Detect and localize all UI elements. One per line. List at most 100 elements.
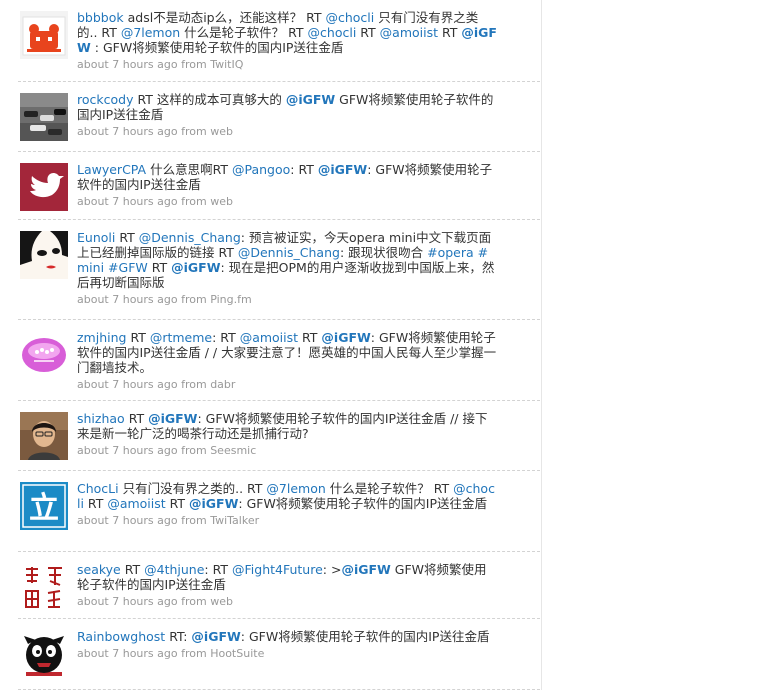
race-cars-avatar[interactable]: [20, 93, 68, 141]
timestamp-link[interactable]: about 7 hours ago: [77, 125, 178, 138]
from-label: from: [177, 125, 211, 138]
tweet-text: bbbbok adsl不是动态ip么，还能这样？ RT @chocli 只有门没…: [77, 10, 497, 55]
mention-link[interactable]: @iGFW: [189, 496, 238, 511]
mention-link[interactable]: @iGFW: [286, 92, 335, 107]
timestamp-link[interactable]: about 7 hours ago: [77, 647, 178, 660]
screen-name-link[interactable]: LawyerCPA: [77, 162, 146, 177]
timestamp-link[interactable]: about 7 hours ago: [77, 595, 178, 608]
bear-face-icon: [20, 11, 68, 59]
tweet-text: LawyerCPA 什么意思啊RT @Pangoo: RT @iGFW: GFW…: [77, 162, 497, 192]
tweet-item: Rainbowghost RT: @iGFW: GFW将频繁使用轮子软件的国内I…: [18, 619, 540, 690]
tweet-text-fragment: : RT: [204, 562, 232, 577]
mention-link[interactable]: @rtmeme: [150, 330, 212, 345]
bear-face-avatar[interactable]: [20, 11, 68, 59]
tweet-item: rockcody RT 这样的成本可真够大的 @iGFW GFW将频繁使用轮子软…: [18, 82, 540, 152]
mention-link[interactable]: @iGFW: [341, 562, 390, 577]
tweet-text: ChocLi 只有门没有界之类的.. RT @7lemon 什么是轮子软件？ R…: [77, 481, 497, 511]
seal-script-avatar[interactable]: [20, 563, 68, 611]
mention-link[interactable]: @7lemon: [266, 481, 325, 496]
mention-link[interactable]: @chocli: [325, 10, 374, 25]
from-label: from: [177, 58, 211, 71]
tweet-message: RT @iGFW: GFW将频繁使用轮子软件的国内IP送往金盾 // 接下来是新…: [77, 411, 487, 441]
source-link[interactable]: web: [210, 195, 233, 208]
tweet-item: bbbbok adsl不是动态ip么，还能这样？ RT @chocli 只有门没…: [18, 0, 540, 82]
tweet-text: shizhao RT @iGFW: GFW将频繁使用轮子软件的国内IP送往金盾 …: [77, 411, 497, 441]
tweet-text-fragment: RT: [124, 562, 145, 577]
source-link[interactable]: dabr: [210, 378, 235, 391]
timestamp-link[interactable]: about 7 hours ago: [77, 58, 178, 71]
hashtag-link[interactable]: #GFW: [108, 260, 148, 275]
pink-logo-avatar[interactable]: [20, 331, 68, 379]
race-cars-icon: [20, 93, 68, 141]
tweet-text-fragment: RT: [128, 411, 149, 426]
li-character-avatar[interactable]: 立: [20, 482, 68, 530]
mention-link[interactable]: @Dennis_Chang: [139, 230, 241, 245]
person-photo-icon: [20, 412, 68, 460]
cartoon-face-icon: [20, 231, 68, 279]
tweet-item: 立 ChocLi 只有门没有界之类的.. RT @7lemon 什么是轮子软件？…: [18, 471, 540, 552]
tweet-text: Eunoli RT @Dennis_Chang: 预言被证实，今天opera m…: [77, 230, 497, 290]
source-link[interactable]: TwiTalker: [210, 514, 259, 527]
screen-name-link[interactable]: seakye: [77, 562, 121, 577]
tweet-meta: about 7 hours ago from dabr: [77, 378, 497, 392]
tweet-text-fragment: : >: [322, 562, 342, 577]
tweet-text: seakye RT @4thjune: RT @Fight4Future: >@…: [77, 562, 497, 592]
tweet-text: zmjhing RT @rtmeme: RT @amoiist RT @iGFW…: [77, 330, 497, 375]
mention-link[interactable]: @amoiist: [107, 496, 165, 511]
mention-link[interactable]: @amoiist: [380, 25, 438, 40]
mention-link[interactable]: @iGFW: [321, 330, 370, 345]
tweet-meta: about 7 hours ago from TwitIQ: [77, 58, 497, 72]
mention-link[interactable]: @amoiist: [240, 330, 298, 345]
mention-link[interactable]: @iGFW: [191, 629, 240, 644]
timestamp-link[interactable]: about 7 hours ago: [77, 378, 178, 391]
li-character-icon: 立: [20, 482, 68, 530]
tweet-message: 只有门没有界之类的.. RT @7lemon 什么是轮子软件？ RT @choc…: [77, 481, 495, 511]
tweet-text-fragment: 什么是轮子软件？ RT: [325, 481, 454, 496]
screen-name-link[interactable]: bbbbok: [77, 10, 124, 25]
source-link[interactable]: HootSuite: [210, 647, 264, 660]
hashtag-link[interactable]: #opera: [427, 245, 474, 260]
screen-name-link[interactable]: ChocLi: [77, 481, 119, 496]
mention-link[interactable]: @4thjune: [144, 562, 204, 577]
tweet-message: RT @rtmeme: RT @amoiist RT @iGFW: GFW将频繁…: [77, 330, 496, 375]
tweet-text: rockcody RT 这样的成本可真够大的 @iGFW GFW将频繁使用轮子软…: [77, 92, 497, 122]
screen-name-link[interactable]: rockcody: [77, 92, 133, 107]
source-link[interactable]: web: [210, 125, 233, 138]
source-link[interactable]: Seesmic: [210, 444, 256, 457]
mention-link[interactable]: @iGFW: [171, 260, 220, 275]
cartoon-face-avatar[interactable]: [20, 231, 68, 279]
timestamp-link[interactable]: about 7 hours ago: [77, 195, 178, 208]
tweet-text-fragment: : GFW将频繁使用轮子软件的国内IP送往金盾: [240, 629, 490, 644]
mention-link[interactable]: @Pangoo: [232, 162, 290, 177]
black-ghost-icon: [20, 630, 68, 678]
source-link[interactable]: TwitIQ: [210, 58, 243, 71]
tweet-message: RT: @iGFW: GFW将频繁使用轮子软件的国内IP送往金盾: [169, 629, 489, 644]
black-ghost-avatar[interactable]: [20, 630, 68, 678]
mention-link[interactable]: @chocli: [308, 25, 357, 40]
tweet-text-fragment: 什么意思啊RT: [150, 162, 232, 177]
timestamp-link[interactable]: about 7 hours ago: [77, 293, 178, 306]
person-photo-avatar[interactable]: [20, 412, 68, 460]
screen-name-link[interactable]: Rainbowghost: [77, 629, 165, 644]
source-link[interactable]: Ping.fm: [210, 293, 252, 306]
screen-name-link[interactable]: Eunoli: [77, 230, 115, 245]
li-glyph: 立: [29, 491, 59, 526]
timestamp-link[interactable]: about 7 hours ago: [77, 514, 178, 527]
from-label: from: [177, 514, 211, 527]
mention-link[interactable]: @iGFW: [148, 411, 197, 426]
mention-link[interactable]: @7lemon: [121, 25, 180, 40]
seal-script-icon: [20, 563, 68, 611]
bird-avatar[interactable]: [20, 163, 68, 211]
mention-link[interactable]: @iGFW: [318, 162, 367, 177]
mention-link[interactable]: @Dennis_Chang: [238, 245, 340, 260]
tweet-meta: about 7 hours ago from Seesmic: [77, 444, 497, 458]
tweet-body: rockcody RT 这样的成本可真够大的 @iGFW GFW将频繁使用轮子软…: [77, 92, 497, 139]
source-link[interactable]: web: [210, 595, 233, 608]
screen-name-link[interactable]: zmjhing: [77, 330, 126, 345]
mention-link[interactable]: @Fight4Future: [232, 562, 323, 577]
screen-name-link[interactable]: shizhao: [77, 411, 125, 426]
timestamp-link[interactable]: about 7 hours ago: [77, 444, 178, 457]
tweet-text-fragment: : GFW将频繁使用轮子软件的国内IP送往金盾: [90, 40, 344, 55]
tweet-meta: about 7 hours ago from web: [77, 595, 497, 609]
tweet-meta: about 7 hours ago from web: [77, 195, 497, 209]
